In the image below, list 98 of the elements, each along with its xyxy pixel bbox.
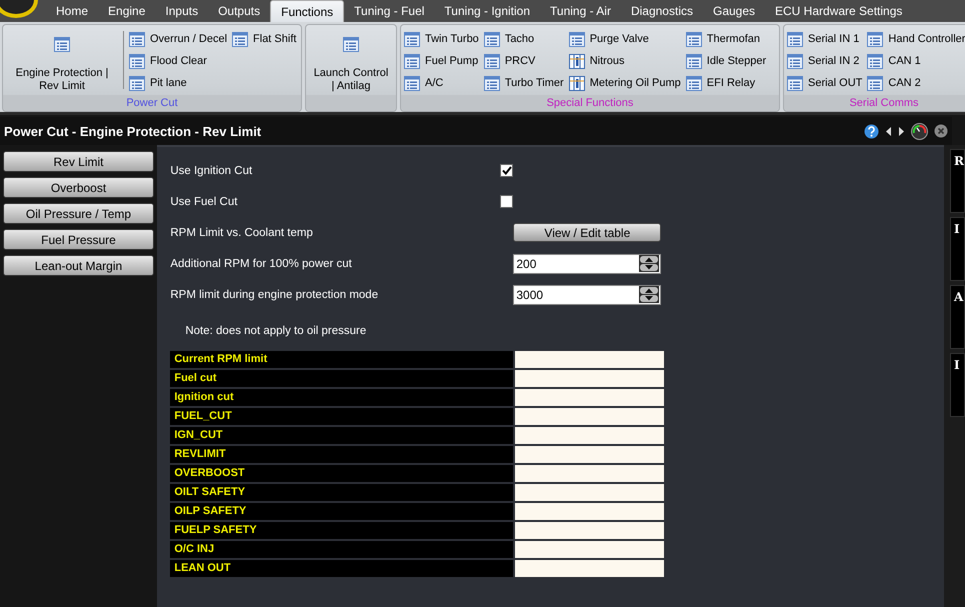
- note-text: Note: does not apply to oil pressure: [184, 324, 368, 339]
- status-label: IGN_CUT: [170, 427, 514, 444]
- ribbon-button[interactable]: Engine Protection | Rev Limit: [6, 29, 118, 95]
- field-label: RPM limit during engine protection mode: [170, 288, 380, 300]
- ribbon-button[interactable]: Metering Oil Pump: [568, 75, 681, 91]
- ribbon-button[interactable]: Pit lane: [129, 75, 228, 91]
- ribbon-button[interactable]: EFI Relay: [686, 75, 766, 91]
- ribbon-button[interactable]: Serial IN 1: [787, 31, 862, 47]
- ribbon-button[interactable]: Idle Stepper: [686, 53, 766, 69]
- grid-icon: [568, 76, 585, 90]
- help-icon[interactable]: [864, 124, 879, 138]
- ribbon-button[interactable]: Flat Shift: [232, 31, 296, 47]
- tab[interactable]: Tuning - Air: [540, 0, 621, 22]
- group-label: Serial Comms: [849, 97, 919, 109]
- tab[interactable]: Engine: [98, 0, 156, 22]
- status-label: OVERBOOST: [170, 465, 514, 482]
- ribbon-button[interactable]: Serial IN 2: [787, 53, 862, 69]
- ribbon-button[interactable]: Tacho: [484, 31, 564, 47]
- ribbon-button[interactable]: PRCV: [484, 53, 564, 69]
- ribbon-button[interactable]: Serial OUT: [787, 75, 862, 91]
- list-icon: [686, 54, 702, 68]
- tab[interactable]: Tuning - Fuel: [344, 0, 434, 22]
- sidebar-button[interactable]: Lean-out Margin: [3, 255, 154, 276]
- ribbon-button[interactable]: Overrun / Decel: [129, 31, 228, 47]
- list-icon: [129, 76, 145, 90]
- previous-icon[interactable]: [885, 126, 892, 136]
- ribbon-button[interactable]: Twin Turbo: [404, 31, 479, 47]
- ribbon-button[interactable]: CAN 1: [867, 53, 965, 69]
- ribbon-button[interactable]: Fuel Pump: [404, 53, 479, 69]
- list-icon: [686, 32, 702, 46]
- field-label: Use Fuel Cut: [170, 196, 238, 208]
- list-icon: [787, 54, 803, 68]
- status-label: Current RPM limit: [170, 351, 514, 368]
- status-label: Ignition cut: [170, 389, 514, 406]
- status-label: OILT SAFETY: [170, 484, 514, 501]
- ribbon-button[interactable]: Flood Clear: [129, 53, 228, 69]
- sidebar-button[interactable]: Fuel Pressure: [3, 229, 154, 250]
- tab[interactable]: Inputs: [155, 0, 208, 22]
- tab[interactable]: Tuning - Ignition: [434, 0, 540, 22]
- field-label: RPM Limit vs. Coolant temp: [170, 226, 314, 238]
- list-icon: [129, 32, 145, 46]
- panel-heading: R: [954, 154, 964, 168]
- status-label: FUELP SAFETY: [170, 522, 514, 539]
- list-icon: [404, 32, 420, 46]
- list-icon: [787, 76, 803, 90]
- status-label: OILP SAFETY: [170, 503, 514, 520]
- group-label: Special Functions: [546, 97, 634, 109]
- ribbon-button[interactable]: Hand Controller: [867, 31, 965, 47]
- sidebar-button[interactable]: Overboost: [3, 177, 154, 198]
- list-icon: [484, 76, 500, 90]
- list-icon: [867, 54, 884, 68]
- ribbon-button[interactable]: Thermofan: [686, 31, 766, 47]
- list-icon: [129, 54, 145, 68]
- tab[interactable]: Outputs: [208, 0, 270, 22]
- ribbon-button[interactable]: Purge Valve: [568, 31, 681, 47]
- grid-icon: [568, 54, 585, 68]
- list-icon: [568, 32, 585, 46]
- panel-heading: I: [954, 358, 960, 372]
- list-icon: [404, 54, 420, 68]
- list-icon: [686, 76, 702, 90]
- checkbox[interactable]: [500, 195, 514, 208]
- list-icon: [867, 76, 884, 90]
- gauge-icon[interactable]: [911, 122, 928, 140]
- field-label: Additional RPM for 100% power cut: [170, 258, 353, 270]
- ribbon-button[interactable]: Launch Control | Antilag: [309, 29, 393, 95]
- status-label: REVLIMIT: [170, 446, 514, 463]
- tab[interactable]: Functions: [270, 0, 344, 22]
- tab[interactable]: Diagnostics: [620, 0, 703, 22]
- sidebar-button[interactable]: Rev Limit: [3, 151, 154, 172]
- ribbon-button[interactable]: A/C: [404, 75, 479, 91]
- window-title: Power Cut - Engine Protection - Rev Limit: [4, 124, 262, 138]
- list-icon: [867, 32, 884, 46]
- list-icon: [787, 32, 803, 46]
- tab[interactable]: Gauges: [702, 0, 766, 22]
- list-icon: [54, 37, 70, 52]
- next-icon[interactable]: [898, 126, 905, 136]
- list-icon: [484, 32, 500, 46]
- list-icon: [404, 76, 420, 90]
- tab[interactable]: ECU Hardware Settings: [765, 0, 912, 22]
- panel-heading: A: [954, 290, 964, 304]
- list-icon: [232, 32, 248, 46]
- checkbox[interactable]: [500, 164, 514, 177]
- status-label: Fuel cut: [170, 370, 514, 387]
- panel-heading: I: [954, 222, 960, 236]
- field-label: Use Ignition Cut: [170, 164, 254, 176]
- group-label: Power Cut: [126, 97, 178, 109]
- ribbon-button[interactable]: CAN 2: [867, 75, 965, 91]
- view-edit-button[interactable]: View / Edit table: [513, 223, 662, 242]
- status-label: O/C INJ: [170, 541, 514, 558]
- list-icon: [484, 54, 500, 68]
- ribbon-button[interactable]: Nitrous: [568, 53, 681, 69]
- status-label: FUEL_CUT: [170, 408, 514, 425]
- sidebar-button[interactable]: Oil Pressure / Temp: [3, 203, 154, 224]
- ribbon-button[interactable]: Turbo Timer: [484, 75, 564, 91]
- close-icon[interactable]: [934, 124, 948, 138]
- list-icon: [343, 37, 359, 52]
- status-label: LEAN OUT: [170, 560, 514, 577]
- tab[interactable]: Home: [46, 0, 98, 22]
